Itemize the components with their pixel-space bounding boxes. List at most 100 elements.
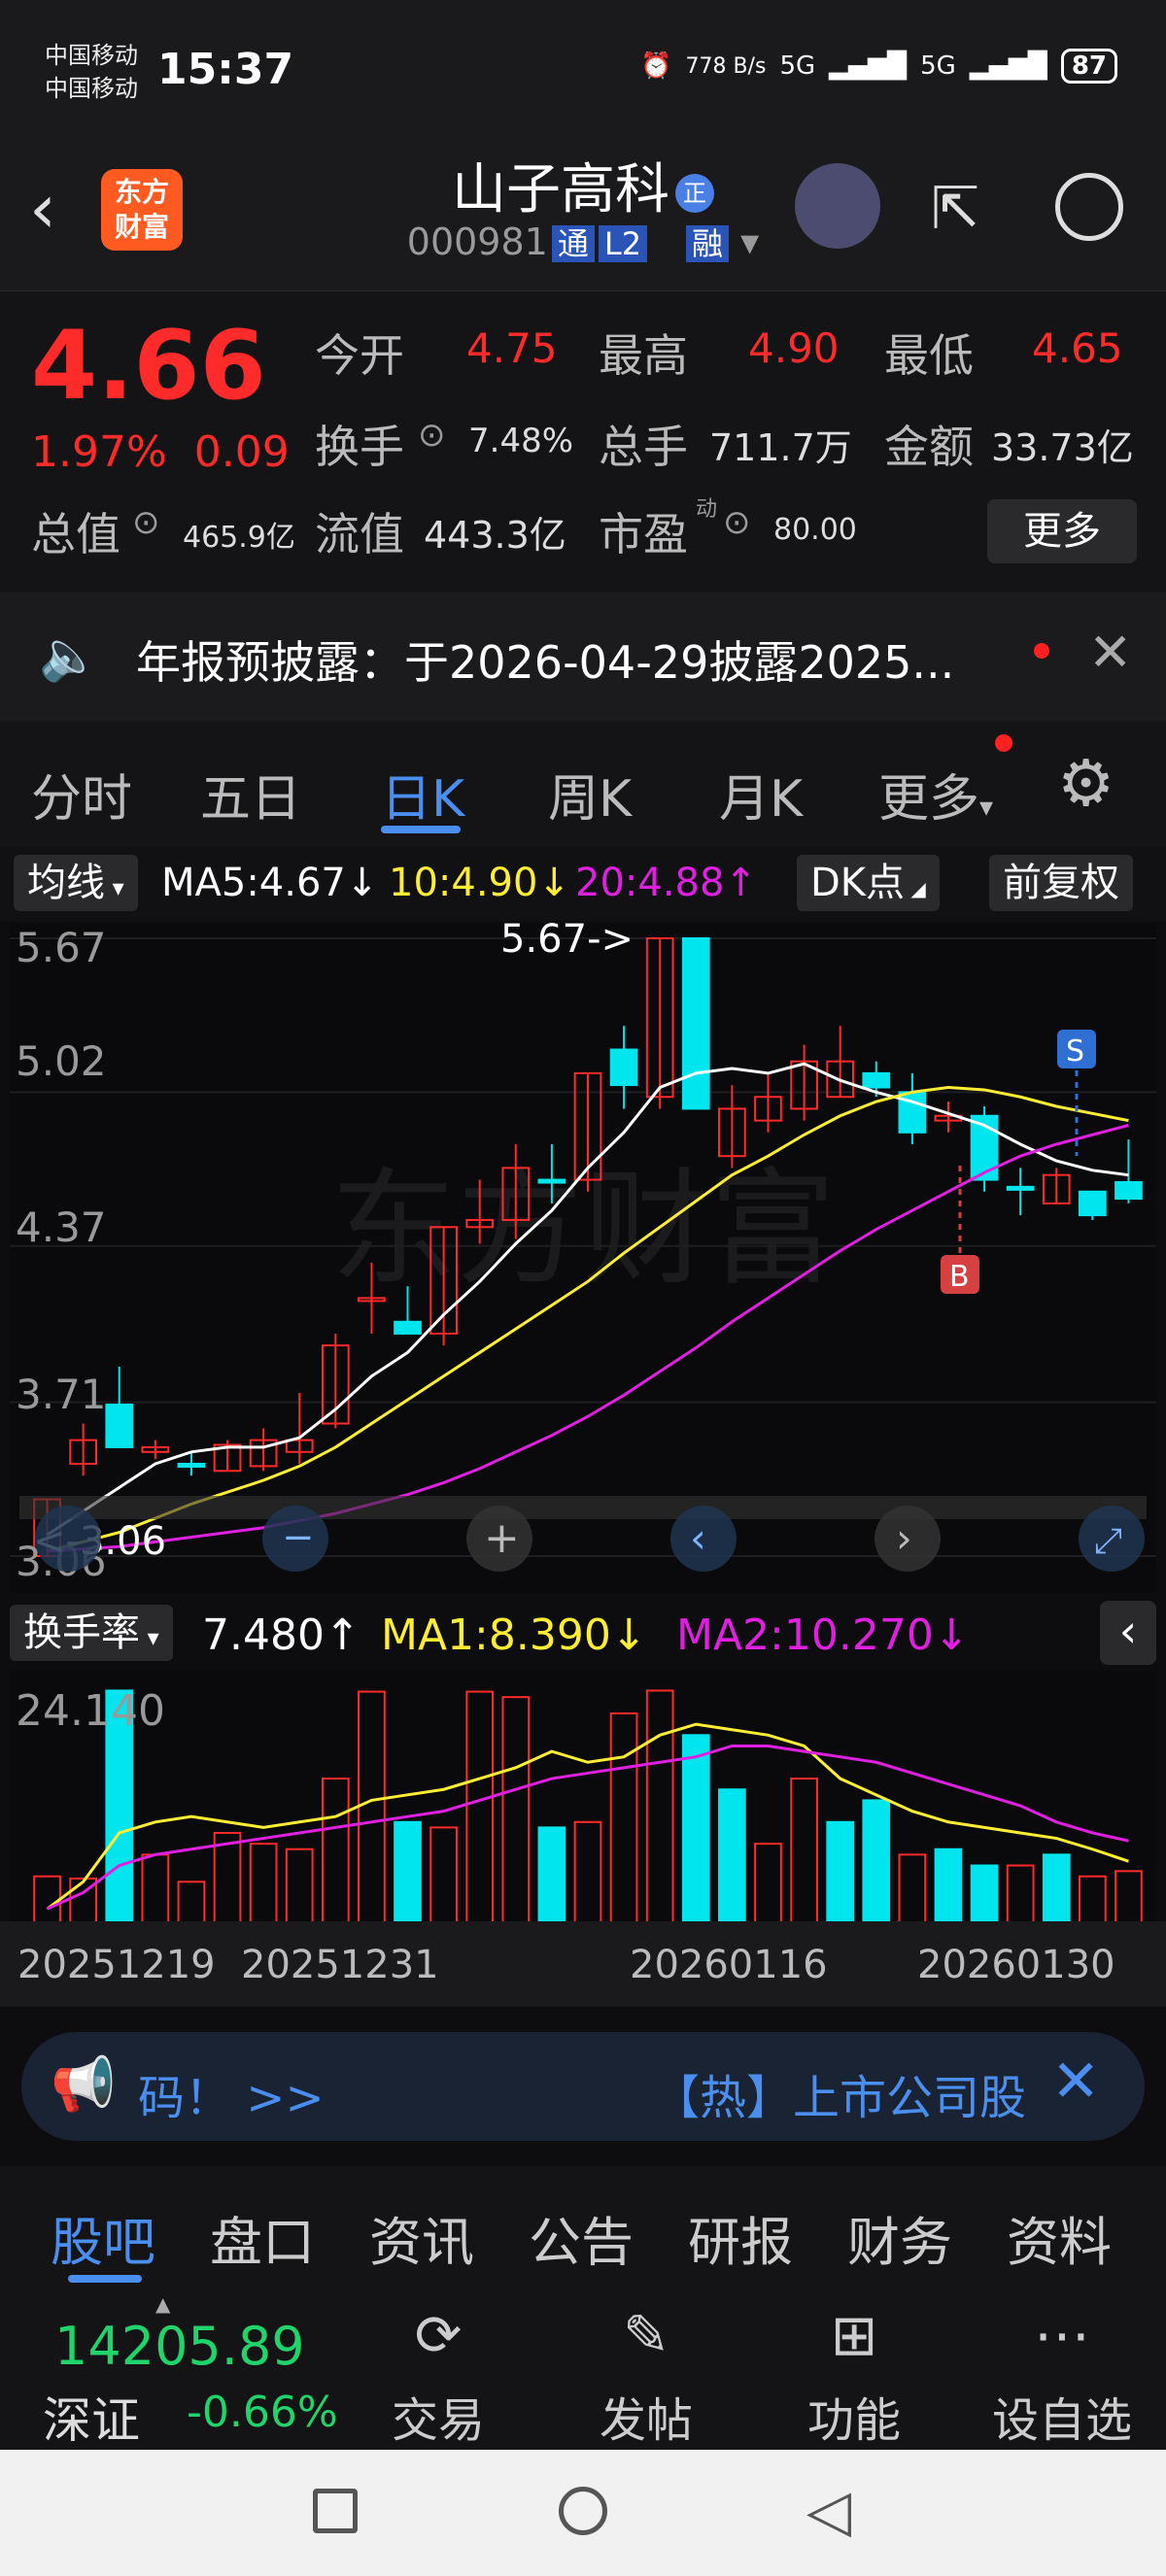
- tab-forum[interactable]: 股吧: [51, 2199, 155, 2276]
- float-value: 443.3亿: [424, 514, 566, 557]
- high-value: 4.90: [748, 324, 840, 372]
- move-left-fast-button[interactable]: [35, 1506, 101, 1572]
- yen-exchange-icon: ⟳: [414, 2302, 463, 2368]
- volume-value: 711.7万: [709, 426, 852, 469]
- assistant-robot-icon[interactable]: [795, 163, 880, 249]
- change-pct: 1.97%: [31, 427, 167, 477]
- caret-up-icon: ▲: [155, 2292, 171, 2316]
- more-quote-button[interactable]: 更多: [987, 499, 1137, 563]
- promo-left-text[interactable]: 码！ >>: [138, 2059, 325, 2127]
- tab-monthly-k[interactable]: 月K: [719, 758, 803, 830]
- announcement-text[interactable]: 年报预披露：于2026-04-29披露2025...: [136, 627, 954, 692]
- date-label-3: 20260116: [630, 1943, 828, 1987]
- tab-intraday[interactable]: 分时: [31, 758, 132, 830]
- share-icon[interactable]: ⇱: [931, 175, 979, 243]
- dropdown-icon: ▾: [105, 874, 124, 901]
- ma-select[interactable]: 均线 ▾: [14, 855, 138, 911]
- stock-code: 000981: [406, 220, 548, 263]
- edit-icon: ✎: [622, 2302, 670, 2368]
- close-icon[interactable]: ✕: [1051, 2048, 1100, 2116]
- nav-add-watchlist-label: 设自选: [991, 2393, 1132, 2448]
- index-name[interactable]: 深证: [43, 2382, 140, 2452]
- more-dots-icon: ⋯: [1034, 2302, 1090, 2368]
- bottom-tab-indicator: [68, 2275, 142, 2283]
- expand-icon: ⤢: [1094, 1521, 1122, 1561]
- new-dot: [995, 734, 1012, 752]
- tab-news[interactable]: 资讯: [369, 2199, 474, 2276]
- tab-profile[interactable]: 资料: [1007, 2199, 1112, 2276]
- tab-more[interactable]: 更多▾: [878, 758, 993, 830]
- promo-right-text[interactable]: 【热】上市公司股: [653, 2059, 1026, 2127]
- tab-research[interactable]: 研报: [688, 2199, 793, 2276]
- turnover-value: 7.48%: [468, 422, 574, 460]
- open-value: 4.75: [466, 324, 558, 372]
- adjust-price-button[interactable]: 前复权: [989, 855, 1133, 911]
- promo-banner[interactable]: 📢 码！ >> 【热】上市公司股 ✕: [21, 2032, 1145, 2141]
- max-annotation: 5.67->: [500, 923, 634, 962]
- candle-body: [537, 1178, 566, 1184]
- settings-gear-icon[interactable]: ⚙: [1057, 746, 1115, 821]
- close-icon[interactable]: ✕: [1088, 622, 1132, 683]
- search-icon[interactable]: [1055, 173, 1123, 241]
- dk-point-label: DK点: [810, 861, 906, 905]
- stock-name: 山子高科: [452, 158, 669, 221]
- kline-chart[interactable]: 东方财富 5.67 5.02 4.37 3.71 3.06 5.67-> <-3…: [10, 923, 1156, 1593]
- indicator-select[interactable]: 换手率 ▾: [10, 1605, 173, 1661]
- system-nav-bar: ◁: [0, 2450, 1166, 2576]
- signal-bars-icon: ▂▄▆█: [829, 51, 908, 81]
- current-price: 4.66: [31, 311, 266, 422]
- float-label: 流值: [315, 508, 404, 560]
- chevron-down-icon[interactable]: ▾: [729, 220, 759, 263]
- grid-icon: ⊞: [830, 2302, 878, 2368]
- announcement-bar[interactable]: 🔈 年报预披露：于2026-04-29披露2025... ✕: [0, 593, 1166, 721]
- stock-code-row: 000981 通 L2 融 ▾: [0, 220, 1166, 264]
- nav-trade-label: 交易: [391, 2393, 485, 2448]
- turnover-label: 换手: [315, 421, 404, 473]
- mktcap-value: 465.9亿: [183, 521, 295, 555]
- home-icon[interactable]: [559, 2487, 607, 2535]
- candle-body: [394, 1320, 422, 1335]
- index-change: -0.66%: [187, 2388, 338, 2437]
- info-icon[interactable]: ⊙: [723, 503, 751, 542]
- mktcap-label: 总值: [31, 508, 120, 560]
- signal-5g-2: 5G: [920, 51, 956, 81]
- index-value[interactable]: 14205.89: [54, 2316, 305, 2377]
- tab-notices[interactable]: 公告: [529, 2199, 634, 2276]
- dropdown-icon: ▾: [979, 791, 994, 823]
- speaker-icon: 🔈: [39, 627, 100, 684]
- ma10-value: 10:4.90↓: [389, 861, 570, 905]
- tab-weekly-k[interactable]: 周K: [548, 758, 632, 830]
- chart-toolbar: 均线 ▾ MA5:4.67↓ 10:4.90↓ 20:4.88↑ DK点 ◢ 前…: [0, 847, 1166, 921]
- open-label: 今开: [315, 329, 404, 382]
- info-icon[interactable]: ⊙: [418, 416, 446, 455]
- recents-icon[interactable]: [313, 2489, 358, 2533]
- nav-post-label: 发帖: [599, 2393, 693, 2448]
- nav-post[interactable]: ✎ 发帖: [564, 2302, 729, 2450]
- info-icon[interactable]: ⊙: [132, 503, 160, 542]
- nav-trade[interactable]: ⟳ 交易: [356, 2302, 521, 2450]
- signal-5g-1: 5G: [779, 51, 816, 81]
- candle-body: [105, 1404, 134, 1448]
- turnover-current: 7.480↑: [202, 1610, 360, 1660]
- nav-add-watchlist[interactable]: ⋯ 设自选: [979, 2302, 1145, 2450]
- tab-five-day[interactable]: 五日: [200, 758, 301, 830]
- tab-finance[interactable]: 财务: [847, 2199, 952, 2276]
- content-tabs: 股吧 盘口 资讯 公告 研报 财务 资料: [0, 2166, 1166, 2292]
- high-label: 最高: [599, 329, 688, 382]
- y-label-3: 4.37: [16, 1203, 107, 1251]
- price-change: 1.97% 0.09: [31, 427, 290, 477]
- amount-label: 金额: [884, 421, 974, 473]
- back-nav-icon[interactable]: ◁: [806, 2477, 851, 2545]
- net-speed: 778 B/s: [685, 53, 767, 79]
- nav-functions[interactable]: ⊞ 功能: [772, 2302, 937, 2450]
- minus-icon: −: [282, 1515, 315, 1560]
- buy-signal-label: B: [949, 1260, 970, 1294]
- candle-body: [177, 1462, 206, 1468]
- dk-point-button[interactable]: DK点 ◢: [797, 855, 940, 911]
- tab-orderbook[interactable]: 盘口: [210, 2199, 315, 2276]
- y-label-2: 5.02: [16, 1037, 107, 1085]
- collapse-panel-icon[interactable]: ‹: [1100, 1601, 1156, 1665]
- tab-daily-k[interactable]: 日K: [381, 758, 464, 830]
- turnover-header: 换手率 ▾ 7.480↑ MA1:8.390↓ MA2:10.270↓ ‹: [0, 1601, 1166, 1669]
- turnover-ma2: MA2:10.270↓: [676, 1610, 970, 1660]
